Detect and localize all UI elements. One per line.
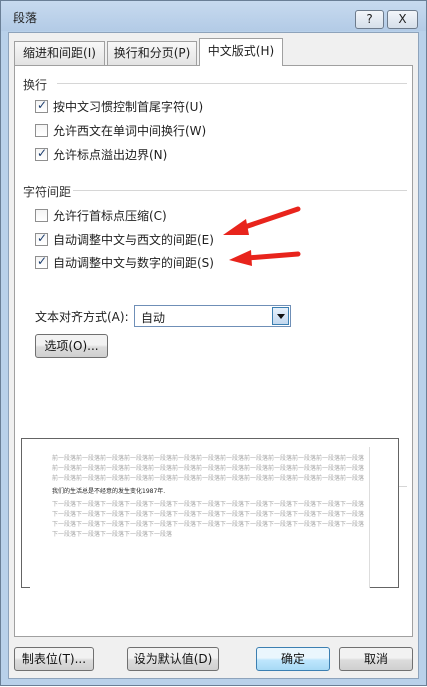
preview-main-line: 我们的生活总是不经意的发生变化1987年. (52, 488, 166, 495)
preview-line-after: 下一段落下一段落下一段落下一段落下一段落下一段落下一段落下一段落下一段落下一段落… (52, 511, 365, 518)
char-spacing-heading: 字符间距 (23, 185, 72, 199)
option-label: 允许行首标点压缩(C) (53, 208, 167, 223)
option-latin-word-wrap[interactable]: 允许西文在单词中间换行(W) (35, 121, 206, 139)
tabs-button[interactable]: 制表位(T)... (14, 647, 94, 671)
option-label: 允许标点溢出边界(N) (53, 147, 168, 162)
tab-line-page-breaks[interactable]: 换行和分页(P) (107, 41, 197, 65)
checkbox[interactable] (35, 123, 48, 137)
tab-asian-typography[interactable]: 中文版式(H) (199, 38, 283, 66)
option-space-asian-numbers[interactable]: 自动调整中文与数字的间距(S) (35, 253, 214, 271)
preview-page: 前一段落前一段落前一段落前一段落前一段落前一段落前一段落前一段落前一段落前一段落… (30, 447, 370, 588)
option-hanging-punctuation[interactable]: 允许标点溢出边界(N) (35, 145, 167, 163)
divider (73, 190, 407, 191)
preview-line-before: 前一段落前一段落前一段落前一段落前一段落前一段落前一段落前一段落前一段落前一段落… (52, 475, 365, 482)
checkbox[interactable] (35, 208, 48, 222)
preview-line-after: 下一段落下一段落下一段落下一段落下一段落下一段落下一段落下一段落下一段落下一段落… (52, 501, 365, 508)
option-label: 按中文习惯控制首尾字符(U) (53, 99, 204, 114)
ok-button[interactable]: 确定 (256, 647, 330, 671)
text-alignment-value: 自动 (141, 311, 166, 325)
tab-indent-spacing[interactable]: 缩进和间距(I) (14, 41, 105, 65)
line-break-heading: 换行 (23, 78, 48, 92)
set-default-button[interactable]: 设为默认值(D) (127, 647, 219, 671)
option-chinese-first-last-char[interactable]: 按中文习惯控制首尾字符(U) (35, 97, 203, 115)
checkbox[interactable] (35, 231, 48, 246)
option-label: 自动调整中文与西文的间距(E) (53, 232, 214, 247)
divider (57, 83, 407, 84)
preview-line-after: 下一段落下一段落下一段落下一段落下一段落 (52, 531, 173, 538)
preview-box: 前一段落前一段落前一段落前一段落前一段落前一段落前一段落前一段落前一段落前一段落… (21, 438, 399, 588)
help-button[interactable]: ? (355, 10, 384, 29)
checkbox[interactable] (35, 254, 48, 269)
paragraph-dialog: 段落 ? X 缩进和间距(I) 换行和分页(P) 中文版式(H) 换行 按中文习… (0, 0, 427, 686)
dialog-title: 段落 (13, 11, 38, 25)
checkbox[interactable] (35, 98, 48, 113)
options-button[interactable]: 选项(O)... (35, 334, 108, 358)
preview-line-before: 前一段落前一段落前一段落前一段落前一段落前一段落前一段落前一段落前一段落前一段落… (52, 465, 365, 472)
option-label: 自动调整中文与数字的间距(S) (53, 255, 214, 270)
text-alignment-select[interactable]: 自动 (134, 305, 291, 327)
option-compress-punctuation[interactable]: 允许行首标点压缩(C) (35, 206, 167, 224)
title-bar[interactable]: 段落 ? X (1, 1, 426, 31)
text-alignment-label: 文本对齐方式(A): (35, 310, 129, 324)
option-space-asian-latin[interactable]: 自动调整中文与西文的间距(E) (35, 230, 214, 248)
chevron-down-icon[interactable] (272, 307, 289, 325)
preview-line-after: 下一段落下一段落下一段落下一段落下一段落下一段落下一段落下一段落下一段落下一段落… (52, 521, 365, 528)
checkbox[interactable] (35, 146, 48, 161)
close-button[interactable]: X (387, 10, 418, 29)
cancel-button[interactable]: 取消 (339, 647, 413, 671)
option-label: 允许西文在单词中间换行(W) (53, 123, 207, 138)
preview-line-before: 前一段落前一段落前一段落前一段落前一段落前一段落前一段落前一段落前一段落前一段落… (52, 455, 365, 462)
